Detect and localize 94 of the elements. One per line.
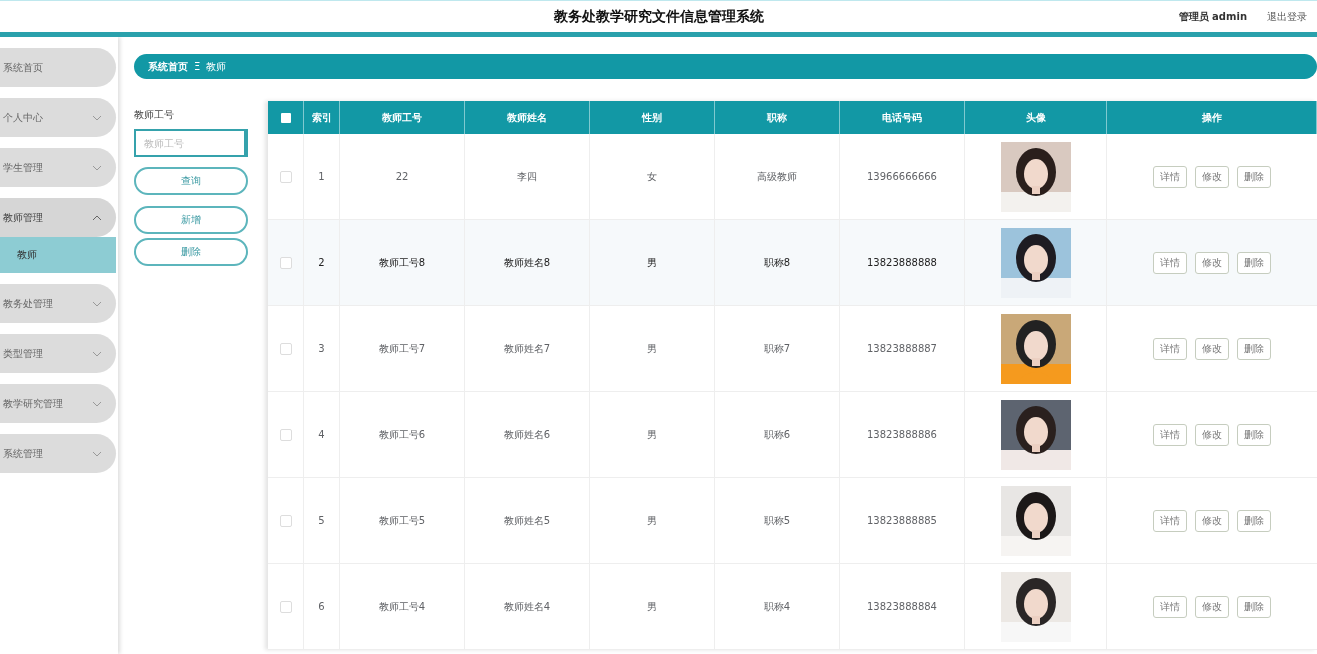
row-checkbox[interactable]	[279, 600, 292, 613]
row-action-button[interactable]: 修改	[1195, 509, 1229, 532]
table-row[interactable]: 5 教师工号5 教师姓名5 男 职称5 13823888885 详情 修改 删除	[268, 478, 1317, 564]
sidebar-item[interactable]: 系统首页	[0, 48, 116, 87]
sidebar-subitem[interactable]: 教师	[0, 237, 116, 273]
table-cell: 女	[647, 169, 657, 184]
table-cell: 13823888887	[867, 343, 937, 354]
user-label: 管理员 admin	[1178, 10, 1247, 24]
row-action-button[interactable]: 删除	[1237, 251, 1271, 274]
table-cell: 教师姓名8	[503, 255, 551, 270]
field-label: 教师工号	[134, 108, 175, 122]
action-button[interactable]: 查询	[134, 167, 248, 195]
table-cell: 3	[318, 343, 325, 354]
table-row[interactable]: 2 教师工号8 教师姓名8 男 职称8 13823888888 详情 修改 删除	[268, 220, 1317, 306]
row-checkbox[interactable]	[279, 256, 292, 269]
table-cell: 22	[395, 171, 409, 182]
table-cell: 13823888884	[867, 601, 937, 612]
row-checkbox[interactable]	[279, 170, 292, 183]
action-button[interactable]: 删除	[134, 238, 248, 266]
table-row[interactable]: 3 教师工号7 教师姓名7 男 职称7 13823888887 详情 修改 删除	[268, 306, 1317, 392]
table-cell: 男	[647, 427, 657, 442]
table-cell: 职称8	[763, 255, 791, 270]
sidebar-item[interactable]: 教务处管理	[0, 284, 116, 323]
caret-icon	[92, 400, 102, 407]
caret-icon	[92, 300, 102, 307]
breadcrumb-current: 教师	[206, 59, 227, 74]
table-row[interactable]: 6 教师工号4 教师姓名4 男 职称4 13823888884 详情 修改 删除	[268, 564, 1317, 650]
table-cell: 男	[647, 255, 657, 270]
table-cell: 13966666666	[867, 171, 937, 182]
table-cell: 2	[318, 257, 325, 268]
table-cell: 教师工号5	[378, 513, 426, 528]
table-cell: 男	[647, 341, 657, 356]
breadcrumb-link[interactable]: 系统首页	[148, 59, 188, 74]
row-action-button[interactable]: 修改	[1195, 595, 1229, 618]
table-cell: 6	[318, 601, 325, 612]
row-checkbox[interactable]	[279, 342, 292, 355]
teacher-id-field[interactable]: 教师工号	[134, 129, 248, 157]
row-action-button[interactable]: 详情	[1153, 251, 1187, 274]
row-action-button[interactable]: 详情	[1153, 509, 1187, 532]
row-action-button[interactable]: 详情	[1153, 165, 1187, 188]
row-action-button[interactable]: 删除	[1237, 509, 1271, 532]
table-cell: 13823888888	[867, 257, 937, 268]
row-action-button[interactable]: 详情	[1153, 423, 1187, 446]
row-action-button[interactable]: 删除	[1237, 165, 1271, 188]
table-cell: 教师姓名4	[503, 599, 551, 614]
row-action-button[interactable]: 删除	[1237, 595, 1271, 618]
table-cell: 5	[318, 515, 325, 526]
sidebar-item[interactable]: 系统管理	[0, 434, 116, 473]
table-cell: 教师姓名5	[503, 513, 551, 528]
breadcrumb-separator: Ξ	[194, 61, 201, 72]
select-all-checkbox[interactable]	[280, 112, 291, 123]
row-action-button[interactable]: 修改	[1195, 165, 1229, 188]
action-button[interactable]: 新增	[134, 206, 248, 234]
table-cell: 教师工号6	[378, 427, 426, 442]
row-action-button[interactable]: 修改	[1195, 251, 1229, 274]
row-checkbox[interactable]	[279, 514, 292, 527]
table-cell: 13823888885	[867, 515, 937, 526]
sidebar-item[interactable]: 教师管理	[0, 198, 116, 237]
row-action-button[interactable]: 修改	[1195, 423, 1229, 446]
table-row[interactable]: 4 教师工号6 教师姓名6 男 职称6 13823888886 详情 修改 删除	[268, 392, 1317, 478]
caret-icon	[92, 214, 102, 221]
sidebar-item[interactable]: 个人中心	[0, 98, 116, 137]
row-action-button[interactable]: 详情	[1153, 595, 1187, 618]
table-cell: 男	[647, 513, 657, 528]
table-cell: 职称6	[763, 427, 791, 442]
logout-link[interactable]: 退出登录	[1267, 10, 1307, 24]
table-cell: 职称5	[763, 513, 791, 528]
table-cell: 男	[647, 599, 657, 614]
table-cell: 教师姓名7	[503, 341, 551, 356]
table-cell: 4	[318, 429, 325, 440]
caret-icon	[92, 350, 102, 357]
row-checkbox[interactable]	[279, 428, 292, 441]
table-cell: 13823888886	[867, 429, 937, 440]
row-action-button[interactable]: 详情	[1153, 337, 1187, 360]
table-cell: 教师姓名6	[503, 427, 551, 442]
app-title: 教务处教学研究文件信息管理系统	[553, 7, 764, 26]
sidebar-item[interactable]: 类型管理	[0, 334, 116, 373]
caret-icon	[92, 164, 102, 171]
row-action-button[interactable]: 删除	[1237, 337, 1271, 360]
row-action-button[interactable]: 删除	[1237, 423, 1271, 446]
sidebar-item[interactable]: 学生管理	[0, 148, 116, 187]
row-action-button[interactable]: 修改	[1195, 337, 1229, 360]
table-cell: 职称4	[763, 599, 791, 614]
table-cell: 高级教师	[757, 169, 797, 184]
table-cell: 教师工号7	[378, 341, 426, 356]
table-cell: 李四	[517, 169, 537, 184]
table-cell: 教师工号8	[378, 255, 426, 270]
sidebar-item[interactable]: 教学研究管理	[0, 384, 116, 423]
caret-icon	[92, 450, 102, 457]
table-cell: 职称7	[763, 341, 791, 356]
table-row[interactable]: 1 22 李四 女 高级教师 13966666666 详情 修改 删除	[268, 134, 1317, 220]
caret-icon	[92, 114, 102, 121]
table-cell: 1	[318, 171, 325, 182]
table-cell: 教师工号4	[378, 599, 426, 614]
